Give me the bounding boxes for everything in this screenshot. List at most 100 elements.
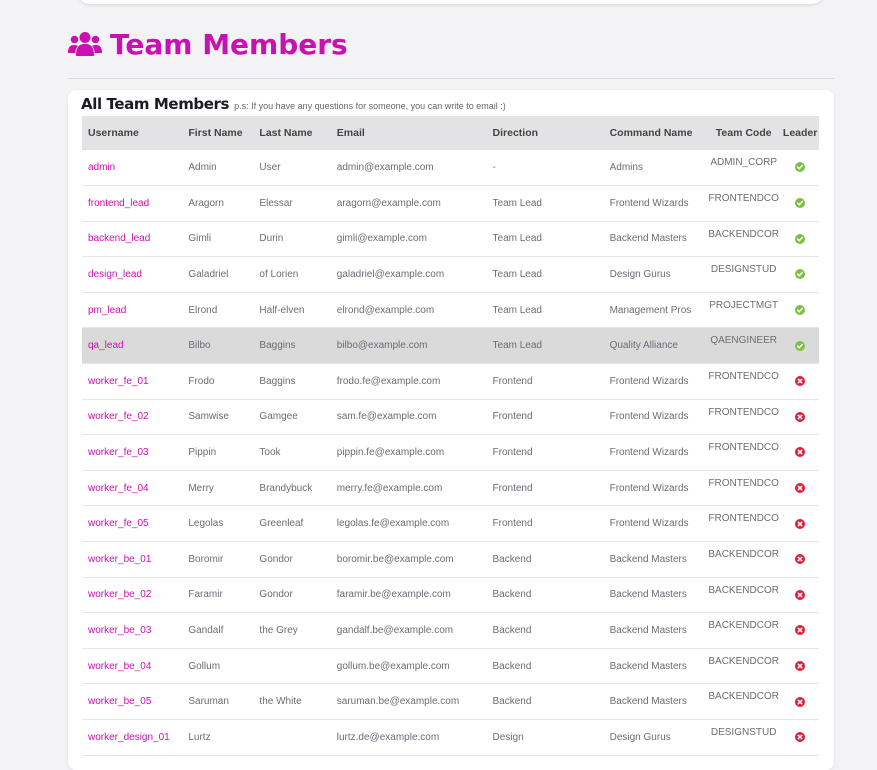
check-circle-icon — [795, 305, 806, 316]
direction-cell: Frontend — [492, 482, 533, 494]
last-name-cell: Baggins — [259, 340, 296, 352]
check-circle-icon — [795, 340, 806, 351]
team-code-cell: BACKENDCOR — [708, 620, 779, 632]
username-cell[interactable]: backend_lead — [82, 221, 182, 257]
team-code-cell: BACKENDCOR — [708, 228, 779, 240]
email-cell[interactable]: gollum.be@example.com — [331, 648, 487, 684]
direction-cell: Frontend — [492, 447, 533, 459]
x-circle-icon — [795, 625, 806, 636]
first-name-cell: Elrond — [188, 304, 218, 316]
username-cell[interactable]: frontend_lead — [82, 186, 182, 222]
email-cell[interactable]: aragorn@example.com — [331, 186, 487, 222]
command-name-cell: Management Pros — [609, 304, 692, 316]
direction-cell: Team Lead — [492, 233, 542, 245]
table-row[interactable]: worker_fe_04 Merry Brandybuck merry.fe@exam… — [82, 470, 819, 506]
table-row[interactable]: design_lead Galadriel of Lorien galadriel@e… — [82, 256, 819, 293]
table-row[interactable]: frontend_lead Aragorn Elessar aragorn@examp… — [82, 185, 819, 222]
email-cell[interactable]: elrond@example.com — [331, 292, 487, 328]
command-name-cell: Backend Masters — [609, 625, 687, 637]
last-name-cell: Took — [259, 447, 281, 459]
username-cell[interactable]: worker_be_02 — [82, 577, 182, 613]
column-header-direction[interactable]: Direction — [487, 116, 604, 150]
column-header-leader[interactable]: Leader — [781, 116, 819, 150]
table-row[interactable]: qa_lead Bilbo Baggins bilbo@example.com Team… — [82, 327, 819, 364]
email-cell[interactable]: lurtz.de@example.com — [331, 720, 487, 756]
command-name-cell: Frontend Wizards — [609, 375, 689, 387]
username-cell[interactable]: worker_design_01 — [82, 720, 182, 756]
username-cell[interactable]: qa_lead — [82, 328, 182, 364]
username-cell[interactable]: design_lead — [82, 257, 182, 293]
table-row[interactable]: worker_be_03 Gandalf the Grey gandalf.be@ex… — [82, 612, 819, 649]
username-cell[interactable]: worker_fe_03 — [82, 435, 182, 471]
column-header-last-name[interactable]: Last Name — [253, 116, 330, 150]
email-cell[interactable]: pippin.fe@example.com — [331, 435, 487, 471]
team-code-cell: FRONTENDCO — [708, 371, 779, 383]
table-row[interactable]: worker_be_02 Faramir Gondor faramir.be@exam… — [82, 577, 819, 613]
last-name-cell: Greenleaf — [259, 518, 304, 530]
email-cell[interactable]: merry.fe@example.com — [331, 470, 487, 506]
username-cell[interactable]: worker_fe_04 — [82, 470, 182, 506]
column-header-username[interactable]: Username — [82, 116, 182, 150]
first-name-cell: Galadriel — [188, 269, 229, 281]
last-name-cell: Baggins — [259, 375, 296, 387]
table-row[interactable]: pm_lead Elrond Half-elven elrond@example.co… — [82, 292, 819, 328]
table-row[interactable]: worker_be_01 Boromir Gondor boromir.be@exam… — [82, 541, 819, 578]
table-row[interactable]: backend_lead Gimli Durin gimli@example.com T… — [82, 221, 819, 257]
team-code-cell: PROJECTMGT — [709, 299, 779, 311]
email-cell[interactable]: faramir.be@example.com — [331, 577, 487, 613]
table-row[interactable]: worker_be_05 Saruman the White saruman.be@e… — [82, 683, 819, 720]
column-header-email[interactable]: Email — [331, 116, 487, 150]
email-cell[interactable]: frodo.fe@example.com — [331, 364, 487, 400]
email-cell[interactable]: gimli@example.com — [331, 221, 487, 257]
table-row[interactable]: worker_fe_05 Legolas Greenleaf legolas.fe@e… — [82, 505, 819, 542]
table-row[interactable]: admin Admin User admin@example.com - Admins AD… — [82, 150, 819, 186]
team-members-card: All Team Members p.s: If you have any qu… — [68, 90, 834, 770]
email-cell[interactable]: bilbo@example.com — [331, 328, 487, 364]
username-cell[interactable]: worker_be_05 — [82, 684, 182, 720]
username-cell[interactable]: admin — [82, 150, 182, 186]
check-circle-icon — [795, 269, 806, 280]
first-name-cell: Lurtz — [188, 731, 211, 743]
table-row[interactable]: worker_fe_02 Samwise Gamgee sam.fe@example.… — [82, 399, 819, 435]
last-name-cell: the White — [259, 696, 302, 708]
card-note: p.s: If you have any questions for someo… — [234, 101, 506, 111]
page-header: Team Members — [68, 24, 348, 64]
first-name-cell: Gimli — [188, 233, 212, 245]
last-name-cell: Gondor — [259, 589, 293, 601]
email-cell[interactable]: admin@example.com — [331, 150, 487, 186]
table-row[interactable]: worker_be_04 Gollum gollum.be@example.com B… — [82, 648, 819, 684]
leader-cell — [781, 186, 819, 222]
username-cell[interactable]: worker_fe_02 — [82, 399, 182, 435]
table-row[interactable]: worker_fe_01 Frodo Baggins frodo.fe@example… — [82, 363, 819, 400]
table-row[interactable]: worker_design_01 Lurtz lurtz.de@example.co… — [82, 719, 819, 756]
command-name-cell: Backend Masters — [609, 660, 687, 672]
leader-cell — [781, 150, 819, 186]
first-name-cell: Samwise — [188, 411, 229, 423]
check-circle-icon — [795, 162, 806, 173]
email-cell[interactable]: saruman.be@example.com — [331, 684, 487, 720]
email-cell[interactable]: galadriel@example.com — [331, 257, 487, 293]
username-cell[interactable]: worker_fe_05 — [82, 506, 182, 542]
username-cell[interactable]: pm_lead — [82, 292, 182, 328]
column-header-first-name[interactable]: First Name — [182, 116, 253, 150]
username-cell[interactable]: worker_be_01 — [82, 542, 182, 578]
first-name-cell: Frodo — [188, 375, 215, 387]
column-header-command-name[interactable]: Command Name — [604, 116, 706, 150]
command-name-cell: Frontend Wizards — [609, 518, 689, 530]
leader-cell — [781, 399, 819, 435]
email-cell[interactable]: sam.fe@example.com — [331, 399, 487, 435]
leader-cell — [781, 720, 819, 756]
email-cell[interactable]: legolas.fe@example.com — [331, 506, 487, 542]
email-cell[interactable]: boromir.be@example.com — [331, 542, 487, 578]
first-name-cell: Faramir — [188, 589, 223, 601]
username-cell[interactable]: worker_be_04 — [82, 648, 182, 684]
username-cell[interactable]: worker_fe_01 — [82, 364, 182, 400]
table-row[interactable]: worker_fe_03 Pippin Took pippin.fe@example.… — [82, 434, 819, 471]
command-name-cell: Design Gurus — [609, 731, 671, 743]
email-cell[interactable]: gandalf.be@example.com — [331, 613, 487, 649]
column-header-team-code[interactable]: Team Code — [706, 116, 781, 150]
table-header-row: Username First Name Last Name Email Dire… — [82, 116, 819, 150]
leader-cell — [781, 542, 819, 578]
username-cell[interactable]: worker_be_03 — [82, 613, 182, 649]
check-circle-icon — [795, 233, 806, 244]
